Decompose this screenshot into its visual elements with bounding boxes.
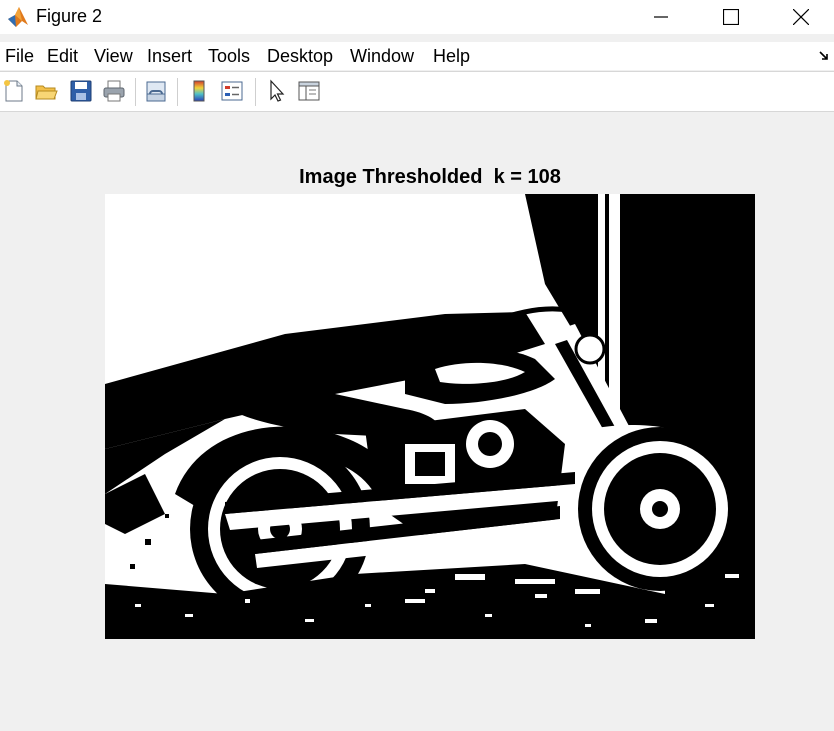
toolbar <box>0 72 834 111</box>
link-plot-icon <box>146 81 166 102</box>
close-icon <box>793 9 809 25</box>
pointer-icon <box>270 79 285 102</box>
dock-arrow-icon[interactable] <box>818 50 830 62</box>
toolbar-separator <box>255 78 256 106</box>
print-icon <box>103 80 125 102</box>
minimize-button[interactable] <box>638 0 684 34</box>
axes-title: Image Thresholded k = 108 <box>299 166 561 188</box>
new-figure-icon <box>4 80 23 102</box>
menu-help[interactable]: Help <box>433 46 470 67</box>
menu-tools[interactable]: Tools <box>208 46 250 67</box>
window-title: Figure 2 <box>36 6 103 26</box>
legend-icon <box>221 81 243 101</box>
pointer-button[interactable] <box>263 78 289 104</box>
property-inspector-button[interactable] <box>296 78 322 104</box>
thresholded-image <box>105 194 755 639</box>
menu-insert[interactable]: Insert <box>147 46 192 67</box>
toolbar-separator <box>177 78 178 106</box>
menu-view[interactable]: View <box>94 46 133 67</box>
link-plot-button[interactable] <box>143 78 169 104</box>
save-icon <box>70 80 92 102</box>
close-button[interactable] <box>778 0 824 34</box>
new-figure-button[interactable] <box>1 78 27 104</box>
property-inspector-icon <box>298 81 320 101</box>
toolbar-separator <box>135 78 136 106</box>
motorcycle-binary-image <box>105 194 755 639</box>
colorbar-icon <box>193 80 205 102</box>
legend-button[interactable] <box>219 78 245 104</box>
save-button[interactable] <box>68 78 94 104</box>
maximize-button[interactable] <box>708 0 754 34</box>
print-button[interactable] <box>101 78 127 104</box>
open-file-button[interactable] <box>33 78 59 104</box>
matlab-logo-icon <box>8 7 28 27</box>
minimize-icon <box>654 16 668 18</box>
menu-file[interactable]: File <box>5 46 34 67</box>
menu-edit[interactable]: Edit <box>47 46 78 67</box>
open-file-icon <box>35 85 58 100</box>
window-titlebar: Figure 2 <box>0 0 834 34</box>
menu-bar: File Edit View Insert Tools Desktop Wind… <box>0 42 834 70</box>
maximize-icon <box>723 9 739 25</box>
menu-window[interactable]: Window <box>350 46 414 67</box>
colorbar-button[interactable] <box>186 78 212 104</box>
menu-desktop[interactable]: Desktop <box>267 46 333 67</box>
